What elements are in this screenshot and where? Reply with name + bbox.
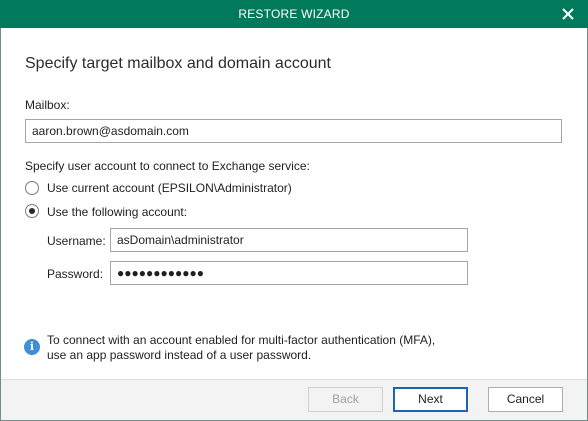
account-section-label: Specify user account to connect to Excha…	[25, 159, 310, 173]
username-label: Username:	[47, 234, 106, 248]
mailbox-label: Mailbox:	[25, 98, 70, 112]
close-icon	[562, 8, 574, 20]
cancel-button[interactable]: Cancel	[488, 387, 563, 412]
close-button[interactable]	[558, 4, 578, 24]
mfa-info-line-2: use an app password instead of a user pa…	[47, 348, 312, 362]
password-input[interactable]: ●●●●●●●●●●●●	[110, 261, 468, 285]
back-button[interactable]: Back	[308, 387, 383, 412]
info-icon: i	[24, 339, 40, 355]
next-button[interactable]: Next	[393, 387, 468, 412]
window-title: RESTORE WIZARD	[238, 7, 350, 21]
current-account-label[interactable]: Use current account (EPSILON\Administrat…	[47, 181, 292, 195]
following-account-label[interactable]: Use the following account:	[47, 205, 187, 219]
title-bar: RESTORE WIZARD	[0, 0, 588, 28]
username-input[interactable]	[110, 228, 468, 252]
current-account-radio[interactable]	[25, 181, 39, 195]
mfa-info-line-1: To connect with an account enabled for m…	[47, 333, 436, 347]
password-label: Password:	[47, 267, 104, 281]
following-account-radio[interactable]	[25, 204, 39, 218]
page-heading: Specify target mailbox and domain accoun…	[25, 55, 331, 72]
mfa-info-text: To connect with an account enabled for m…	[47, 333, 435, 363]
mailbox-input[interactable]	[25, 119, 562, 143]
